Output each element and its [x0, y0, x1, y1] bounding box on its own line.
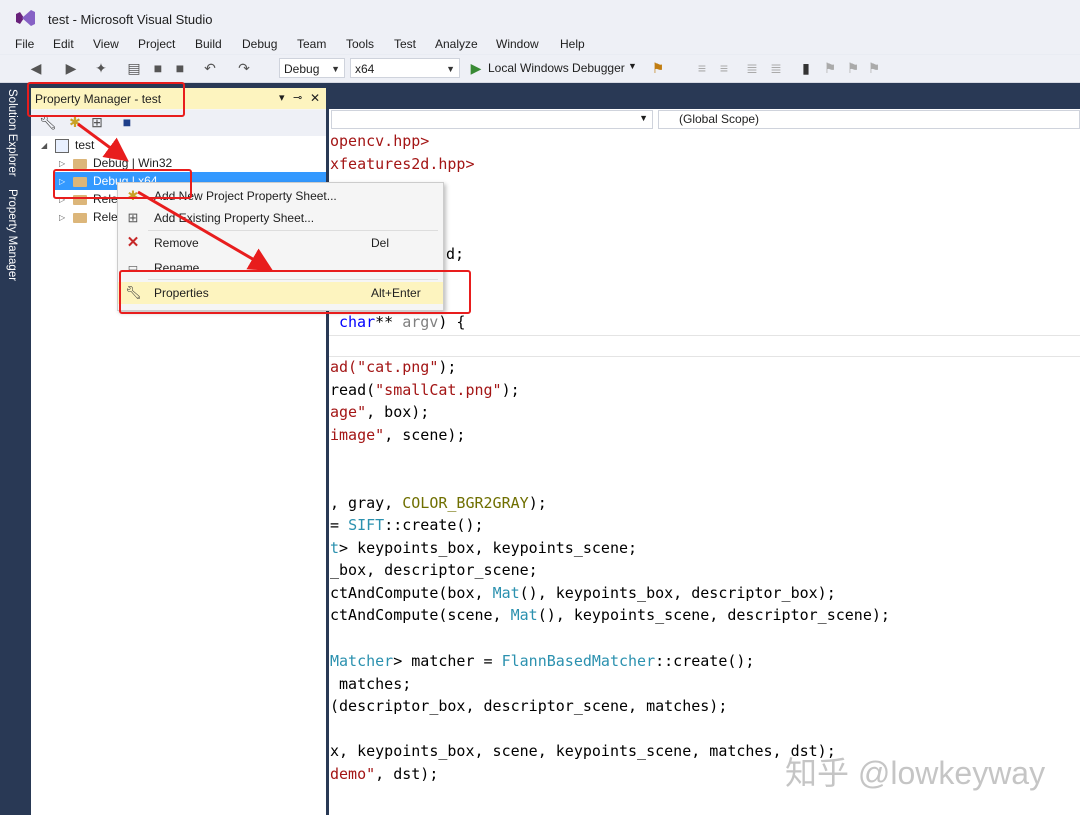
annotation-arrow — [77, 122, 129, 162]
watermark: 知乎 @lowkeyway — [785, 755, 1046, 791]
annotation-arrow — [137, 190, 274, 272]
annotation-arrows — [77, 122, 274, 272]
